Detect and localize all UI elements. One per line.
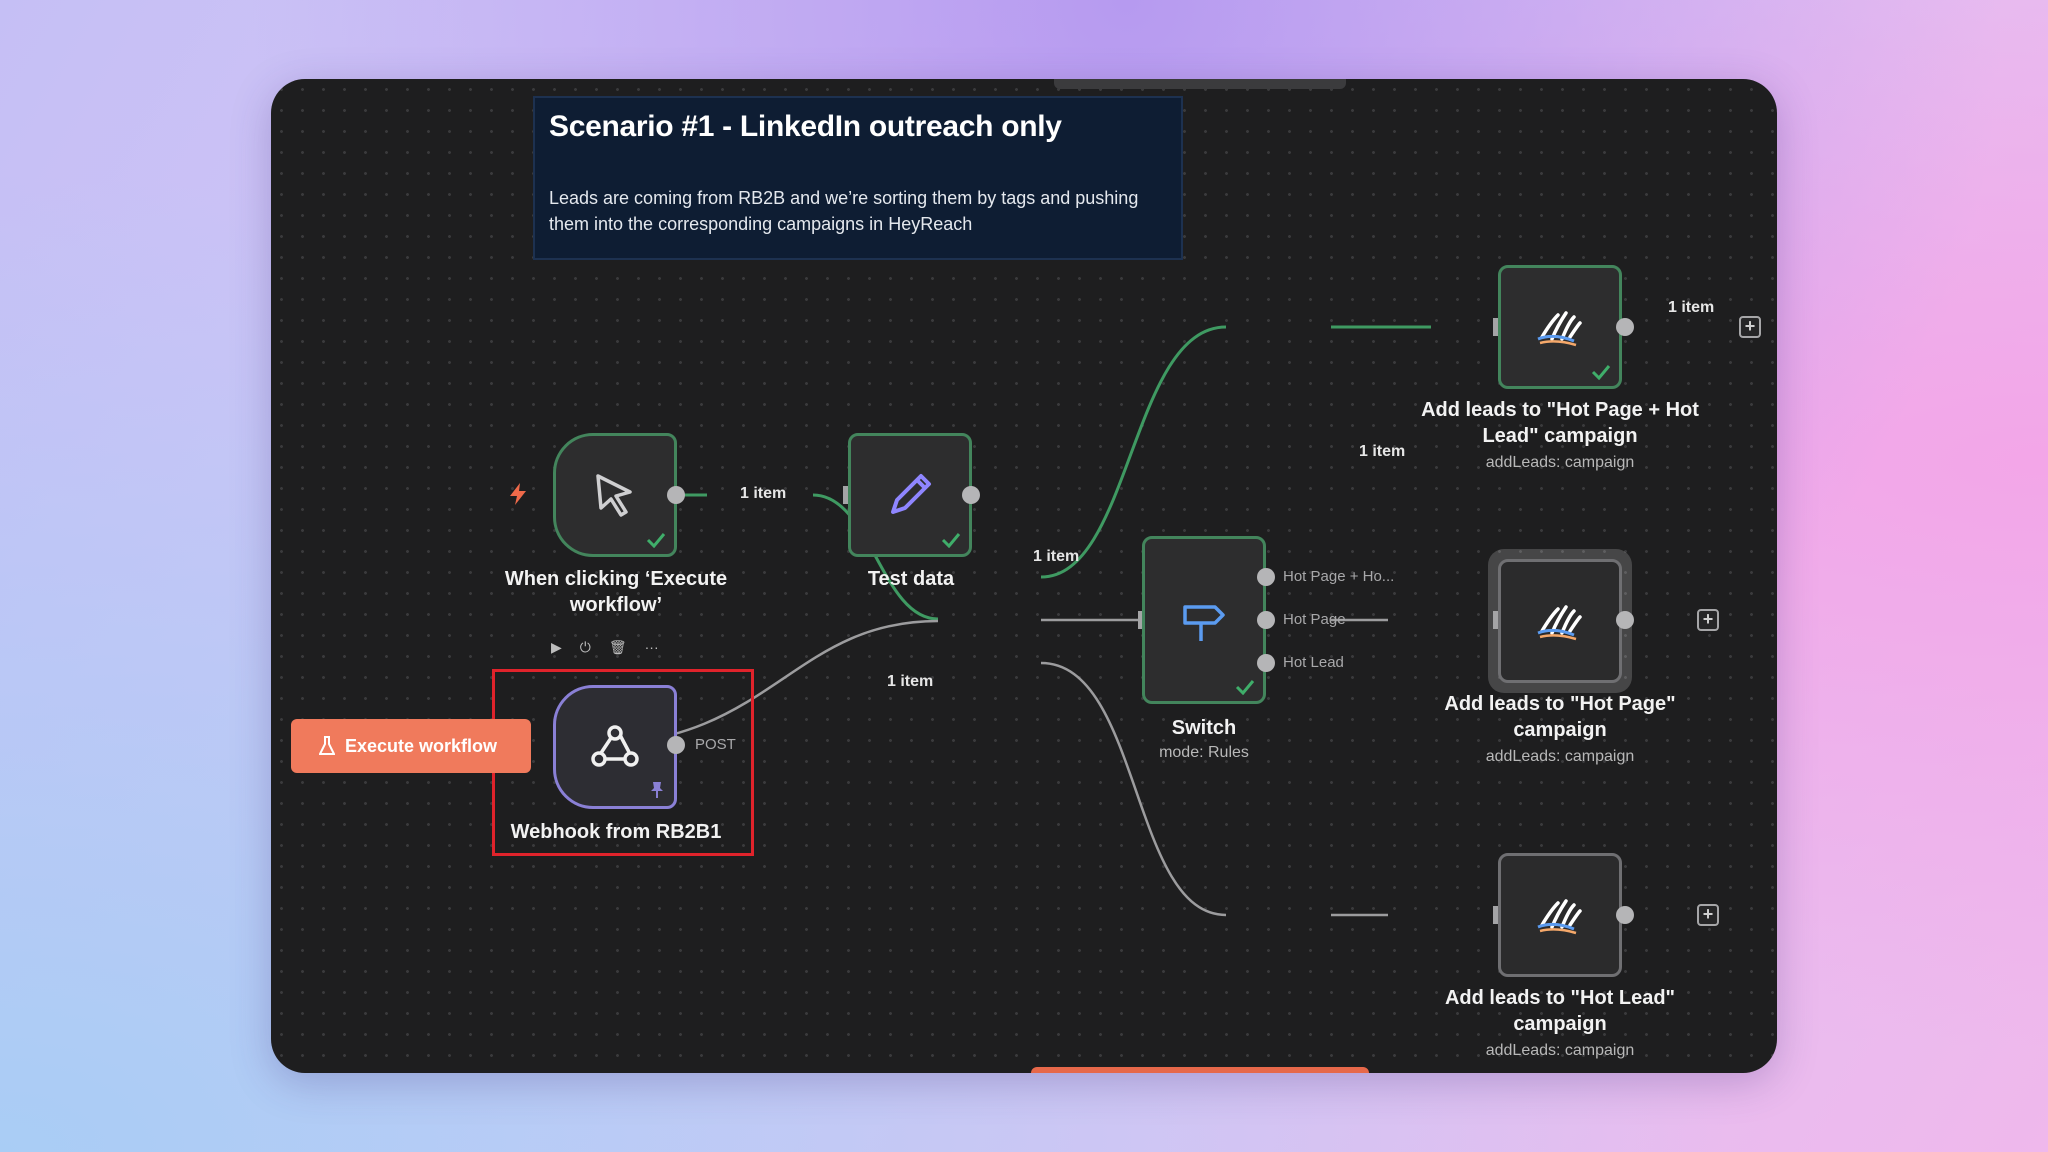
flask-icon — [319, 736, 335, 755]
switch-output-handle-2[interactable] — [1257, 611, 1275, 629]
sticky-note[interactable]: Scenario #1 - LinkedIn outreach only Lea… — [533, 96, 1183, 260]
add-node-plus-icon[interactable]: + — [1739, 316, 1761, 338]
node-subtitle-hr2: addLeads: campaign — [1485, 748, 1635, 765]
edge-label-hr1-out: 1 item — [1668, 299, 1715, 316]
trash-icon[interactable]: 🗑 — [609, 639, 627, 656]
webhook-output-handle[interactable] — [667, 736, 685, 754]
node-webhook[interactable] — [553, 685, 677, 809]
power-icon[interactable]: ⏻ — [580, 639, 591, 656]
hr3-output-handle[interactable] — [1616, 906, 1634, 924]
success-check-icon — [941, 533, 961, 548]
workflow-canvas[interactable]: Scenario #1 - LinkedIn outreach only Lea… — [271, 79, 1777, 1073]
node-test-data[interactable] — [848, 433, 972, 557]
signpost-icon — [1145, 539, 1263, 701]
more-icon[interactable]: ··· — [645, 639, 659, 656]
execute-workflow-label: Execute workflow — [345, 735, 498, 756]
node-label-hr2: Add leads to "Hot Page" campaign — [1444, 693, 1676, 741]
play-icon[interactable]: ▶ — [551, 639, 562, 656]
node-heyreach-hot-page-hot-lead[interactable] — [1498, 265, 1622, 389]
node-label-trigger: When clicking ‘Execute workflow’ — [504, 568, 728, 616]
switch-output-label-1: Hot Page + Ho... — [1283, 568, 1395, 585]
node-subtitle-hr3: addLeads: campaign — [1485, 1042, 1635, 1059]
node-hover-toolbar: ▶ ⏻ 🗑 ··· — [551, 639, 659, 656]
switch-output-label-2: Hot Page — [1283, 611, 1346, 628]
success-check-icon — [1235, 680, 1255, 695]
heyreach-hand-icon — [1501, 562, 1619, 680]
node-manual-trigger[interactable] — [553, 433, 677, 557]
hr1-output-handle[interactable] — [1616, 318, 1634, 336]
execute-workflow-button[interactable]: Execute workflow — [291, 719, 531, 773]
success-check-icon — [646, 533, 666, 548]
node-label-switch: Switch — [1171, 717, 1237, 739]
switch-output-label-3: Hot Lead — [1283, 654, 1344, 671]
note-body: Leads are coming from RB2B and we’re sor… — [549, 188, 1139, 234]
trigger-output-handle[interactable] — [667, 486, 685, 504]
node-subtitle-switch: mode: Rules — [1159, 744, 1249, 761]
node-heyreach-hot-page[interactable] — [1498, 559, 1622, 683]
node-label-hr3: Add leads to "Hot Lead" campaign — [1444, 987, 1676, 1035]
switch-output-handle-3[interactable] — [1257, 654, 1275, 672]
trigger-bolt-icon — [510, 483, 526, 505]
edge-label-test-switch: 1 item — [1033, 548, 1080, 565]
edge-label-switch-hr1: 1 item — [1359, 443, 1406, 460]
switch-output-handle-1[interactable] — [1257, 568, 1275, 586]
add-node-plus-icon[interactable]: + — [1697, 609, 1719, 631]
note-title: Scenario #1 - LinkedIn outreach only — [549, 110, 1062, 143]
test-data-output-handle[interactable] — [962, 486, 980, 504]
edge-label-webhook-switch: 1 item — [887, 673, 934, 690]
node-label-test-data: Test data — [867, 568, 955, 590]
node-heyreach-hot-lead[interactable] — [1498, 853, 1622, 977]
add-node-plus-icon[interactable]: + — [1697, 904, 1719, 926]
node-subtitle-hr1: addLeads: campaign — [1485, 454, 1635, 471]
pin-icon — [651, 782, 663, 798]
node-label-webhook: Webhook from RB2B1 — [510, 821, 722, 843]
success-check-icon — [1591, 365, 1611, 380]
edge-label-trigger-test: 1 item — [740, 485, 787, 502]
node-switch[interactable] — [1142, 536, 1266, 704]
node-label-hr1: Add leads to "Hot Page + Hot Lead" campa… — [1421, 399, 1699, 447]
hr2-output-handle[interactable] — [1616, 611, 1634, 629]
heyreach-hand-icon — [1501, 856, 1619, 974]
webhook-output-label: POST — [695, 736, 736, 753]
